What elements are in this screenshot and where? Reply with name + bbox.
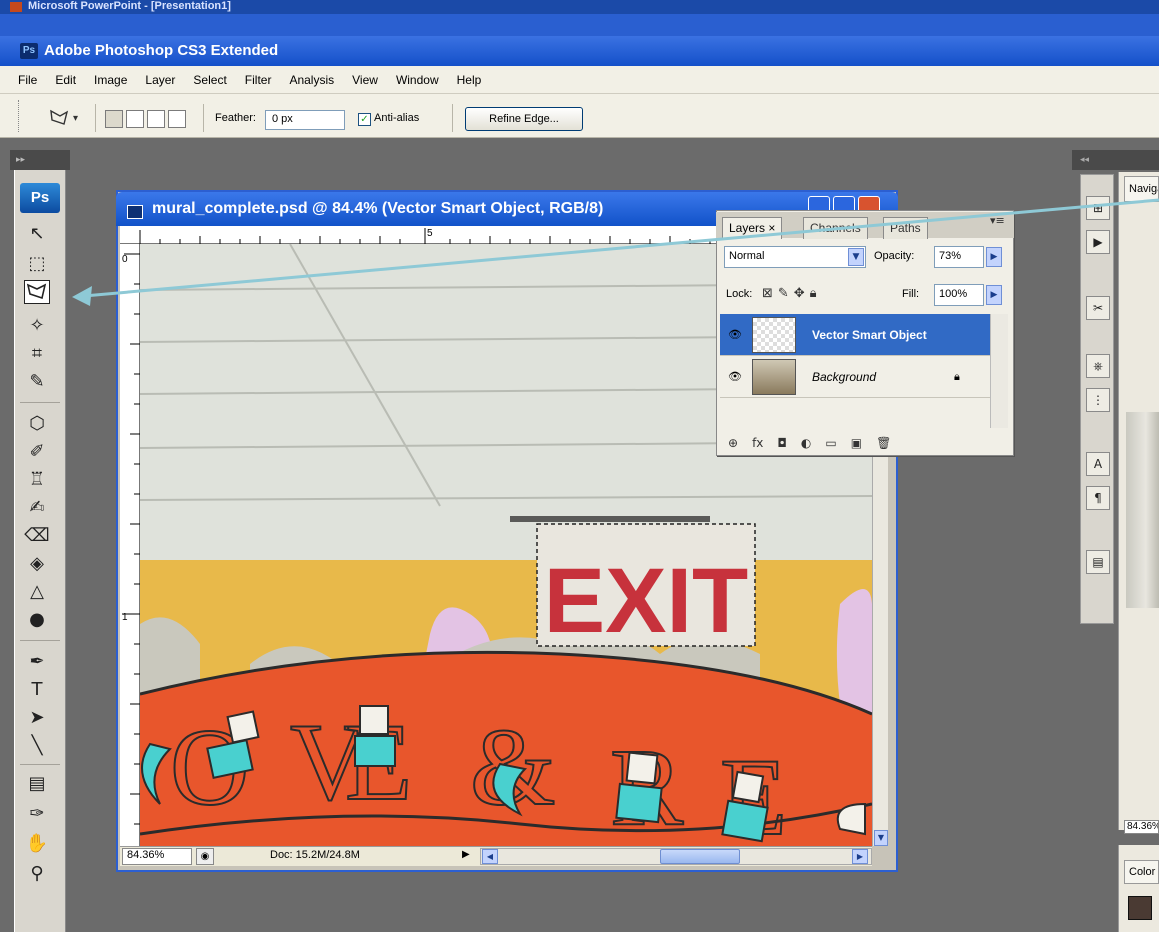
annotation-arrow bbox=[72, 198, 1159, 306]
